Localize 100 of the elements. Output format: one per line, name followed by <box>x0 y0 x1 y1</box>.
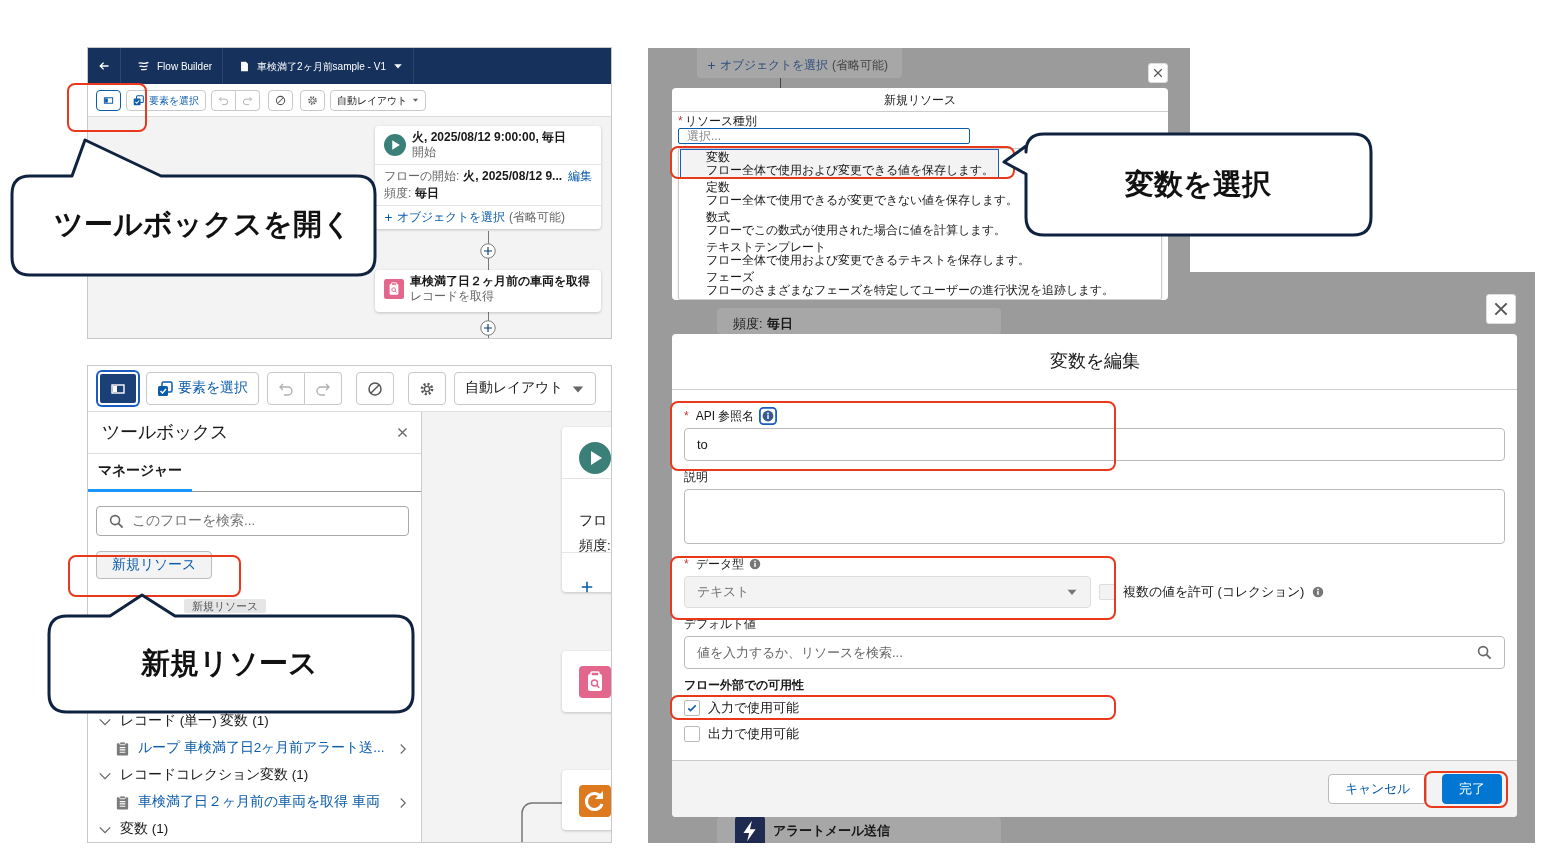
select-icon <box>157 380 173 397</box>
clipboard-icon <box>115 795 130 810</box>
cancel-button[interactable]: キャンセル <box>1328 774 1427 804</box>
close-icon <box>1152 67 1164 79</box>
frequency-label: 頻度: <box>384 186 412 201</box>
node-text: フロ <box>579 513 607 528</box>
app-name: Flow Builder <box>157 59 213 74</box>
layout-dropdown[interactable]: 自動レイアウト <box>454 372 596 405</box>
field-label: データ型 <box>695 556 744 573</box>
field-label: 説明 <box>684 469 708 486</box>
dropdown-option[interactable]: テキストテンプレート フロー全体で使用および変更できるテキストを保存します。 <box>680 239 1035 269</box>
done-button[interactable]: 完了 <box>1442 774 1502 804</box>
frequency-label: 頻度: <box>733 315 763 334</box>
clipboard-icon <box>115 741 130 756</box>
optional-hint: (省略可能) <box>832 57 888 74</box>
checkbox-label: 出力で使用可能 <box>708 724 799 743</box>
field-label: デフォルト値 <box>684 616 756 633</box>
flow-icon <box>137 59 150 73</box>
api-name-field[interactable]: to <box>684 428 1505 461</box>
add-icon[interactable] <box>480 243 496 259</box>
checkbox[interactable] <box>684 725 700 742</box>
select-elements-button[interactable]: 要素を選択 <box>126 89 206 111</box>
new-resource-button[interactable]: 新規リソース <box>96 551 212 579</box>
object-link[interactable]: オブジェクトを選択 <box>397 210 505 225</box>
settings-icon <box>419 380 435 397</box>
close-button[interactable] <box>1148 63 1168 83</box>
callout-text: ツールボックスを開く <box>54 207 352 243</box>
node-title: 車検満了日２ヶ月前の車両を取得 <box>410 274 590 289</box>
action-node-title: アラートメール送信 <box>773 822 890 841</box>
optional-hint: (省略可能) <box>509 210 565 225</box>
checkbox[interactable] <box>684 699 700 716</box>
default-value-field[interactable]: 値を入力するか、リソースを検索... <box>684 636 1505 669</box>
settings-icon <box>307 94 318 106</box>
section-title: フロー外部での可用性 <box>684 677 804 694</box>
search-field[interactable]: このフローを検索... <box>96 505 409 537</box>
tooltip: 新規リソース <box>184 599 266 613</box>
field-label: API 参照名 <box>695 408 755 425</box>
data-type-select: テキスト <box>684 576 1091 608</box>
node-subtitle: 開始 <box>412 145 437 160</box>
start-label: フローの開始: <box>384 169 460 184</box>
node-subtitle: レコードを取得 <box>410 289 495 304</box>
undo-icon <box>218 94 229 106</box>
required-mark: * <box>684 408 689 425</box>
group-label: 変数 (1) <box>120 820 169 839</box>
start-value: 火, 2025/08/12 9... <box>463 169 563 184</box>
redo-icon <box>242 94 253 106</box>
edit-link[interactable]: 編集 <box>568 169 592 184</box>
close-icon <box>1492 300 1510 318</box>
info-icon[interactable] <box>1312 586 1325 598</box>
dropdown-option[interactable]: 変数 フロー全体で使用および変更できる値を保存します。 <box>680 149 999 179</box>
info-icon[interactable] <box>759 407 778 425</box>
close-button[interactable] <box>1486 294 1516 324</box>
settings-button[interactable] <box>408 372 446 405</box>
plus-icon <box>384 213 393 222</box>
resource-link[interactable]: 車検満了日２ヶ月前の車両を取得 車両 <box>138 792 389 813</box>
field-label: リソース種別 <box>684 115 757 128</box>
checkbox[interactable] <box>1099 584 1115 600</box>
checkbox-label: 入力で使用可能 <box>708 698 799 717</box>
checkbox-label: 複数の値を許可 (コレクション) <box>1123 583 1305 602</box>
no-entry-icon <box>275 94 286 106</box>
panel-title: ツールボックス <box>102 421 228 445</box>
panel-icon <box>103 94 114 106</box>
group-label: レコード (単一) 変数 (1) <box>120 712 269 731</box>
add-icon[interactable] <box>480 320 496 336</box>
resource-type-combobox[interactable]: 選択... <box>678 128 970 144</box>
required-mark: * <box>678 115 683 128</box>
callout-text: 変数を選択 <box>1125 167 1271 203</box>
dropdown-option[interactable]: 数式 フローでこの数式が使用された場合に値を計算します。 <box>680 209 1011 239</box>
select-elements-button[interactable]: 要素を選択 <box>146 372 259 405</box>
stop-button[interactable] <box>356 372 394 405</box>
search-icon[interactable] <box>1477 645 1492 660</box>
document-icon <box>239 59 251 73</box>
frequency-value: 毎日 <box>766 315 793 334</box>
resource-link[interactable]: ループ 車検満了日2ヶ月前アラート送... <box>138 738 389 759</box>
callout-text: 新規リソース <box>140 646 318 682</box>
dropdown-option[interactable]: 定数 フロー全体で使用できるが変更できない値を保存します。 <box>680 179 1023 209</box>
layout-dropdown[interactable]: 自動レイアウト <box>330 89 426 111</box>
toolbox-toggle-button[interactable] <box>96 89 121 111</box>
node-title: 火, 2025/08/12 9:00:00, 毎日 <box>412 130 567 145</box>
stop-button[interactable] <box>268 89 293 111</box>
clipboard-search-icon <box>384 279 404 299</box>
modal-title: 新規リソース <box>884 91 956 109</box>
description-field[interactable] <box>684 489 1505 544</box>
dropdown-option[interactable]: フェーズ フローのさまざまなフェーズを特定してユーザーの進行状況を追跡します。 <box>680 269 1119 299</box>
tab[interactable]: マネージャー <box>88 454 192 492</box>
search-icon <box>109 513 124 529</box>
caret-icon[interactable] <box>392 61 403 71</box>
group-label: レコードコレクション変数 (1) <box>120 766 309 785</box>
close-icon[interactable] <box>396 426 409 440</box>
frequency-value: 毎日 <box>415 186 440 201</box>
modal-title: 変数を編集 <box>1049 350 1140 373</box>
flow-title: 車検満了2ヶ月前sample - V1 <box>257 59 386 74</box>
back-icon[interactable] <box>98 60 110 72</box>
plus-icon <box>707 60 716 70</box>
info-icon[interactable] <box>748 558 761 570</box>
frequency-label: 頻度: <box>579 538 611 553</box>
no-entry-icon <box>367 380 383 397</box>
required-mark: * <box>684 556 689 573</box>
select-icon <box>133 94 144 106</box>
settings-button[interactable] <box>300 89 325 111</box>
